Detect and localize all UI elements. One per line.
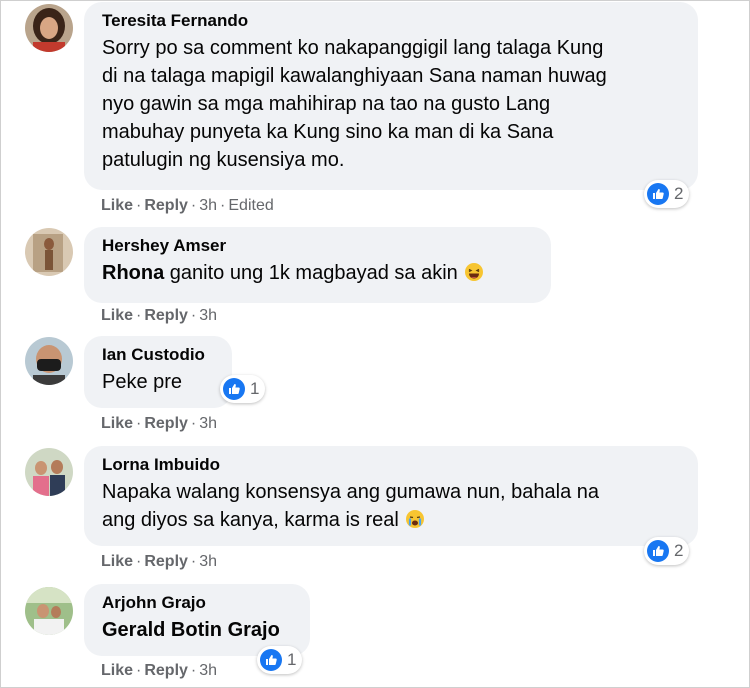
laughing-emoji: [464, 262, 484, 290]
comment-text: Peke pre: [102, 371, 183, 393]
comment-actions: Like · Reply · 3h: [101, 553, 218, 570]
reaction-number: 2: [674, 184, 684, 203]
crying-emoji: [405, 509, 425, 537]
reaction-number: 2: [674, 541, 684, 560]
avatar[interactable]: [25, 587, 73, 635]
like-icon: [223, 378, 245, 400]
mentioned-user[interactable]: Rhona: [102, 262, 164, 284]
like-button[interactable]: Like: [101, 197, 133, 214]
reply-button[interactable]: Reply: [144, 197, 188, 214]
like-button[interactable]: Like: [101, 415, 133, 432]
comment-author[interactable]: Arjohn Grajo: [102, 592, 292, 614]
comment-author[interactable]: Teresita Fernando: [102, 10, 680, 32]
like-icon: [260, 649, 282, 671]
comment-author[interactable]: Hershey Amser: [102, 235, 533, 257]
timestamp[interactable]: 3h: [199, 307, 217, 324]
comment-bubble: Lorna Imbuido Napaka walang konsensya an…: [84, 446, 698, 546]
comment-text: Gerald Botin Grajo: [102, 616, 292, 644]
avatar[interactable]: [25, 4, 73, 52]
comment-author[interactable]: Lorna Imbuido: [102, 454, 680, 476]
reply-button[interactable]: Reply: [144, 307, 188, 324]
comment-text: Sorry po sa comment ko nakapanggigil lan…: [102, 34, 680, 174]
comment-text: Napaka walang konsensya ang gumawa nun, …: [102, 478, 680, 537]
timestamp[interactable]: 3h: [199, 415, 217, 432]
edited-label: Edited: [228, 197, 274, 214]
comment-bubble: Hershey Amser Rhona ganito ung 1k magbay…: [84, 227, 551, 303]
comment-author[interactable]: Ian Custodio: [102, 344, 214, 366]
comment-actions: Like · Reply · 3h · Edited: [101, 197, 274, 214]
like-icon: [647, 183, 669, 205]
comment-line: ganito ung 1k magbayad sa akin: [169, 262, 458, 284]
reply-button[interactable]: Reply: [144, 662, 188, 679]
avatar[interactable]: [25, 228, 73, 276]
comment-actions: Like · Reply · 3h: [101, 307, 218, 324]
comment-actions: Like · Reply · 3h: [101, 662, 218, 679]
comment-line: patulugin ng kusensiya mo.: [102, 149, 345, 171]
reaction-count[interactable]: 1: [257, 646, 303, 674]
timestamp[interactable]: 3h: [199, 553, 217, 570]
reaction-count[interactable]: 2: [644, 180, 690, 208]
like-button[interactable]: Like: [101, 662, 133, 679]
timestamp[interactable]: 3h: [199, 662, 217, 679]
comment-line: Napaka walang konsensya ang gumawa nun, …: [102, 481, 600, 503]
comment-line: di na talaga mapigil kawalanghiyaan Sana…: [102, 65, 607, 87]
reply-button[interactable]: Reply: [144, 415, 188, 432]
comment-bubble: Teresita Fernando Sorry po sa comment ko…: [84, 2, 698, 190]
like-icon: [647, 540, 669, 562]
comment-line: Sorry po sa comment ko nakapanggigil lan…: [102, 37, 604, 59]
reaction-count[interactable]: 1: [220, 375, 266, 403]
reaction-count[interactable]: 2: [644, 537, 690, 565]
reply-button[interactable]: Reply: [144, 553, 188, 570]
timestamp[interactable]: 3h: [199, 197, 217, 214]
like-button[interactable]: Like: [101, 553, 133, 570]
reaction-number: 1: [287, 650, 297, 669]
comment-line: nyo gawin sa mga mahihirap na tao na gus…: [102, 93, 551, 115]
mentioned-user[interactable]: Gerald Botin Grajo: [102, 619, 280, 641]
comment-line: ang diyos sa kanya, karma is real: [102, 509, 399, 531]
avatar[interactable]: [25, 337, 73, 385]
comment-text: Rhona ganito ung 1k magbayad sa akin: [102, 259, 533, 290]
comment-bubble: Ian Custodio Peke pre: [84, 336, 232, 408]
comment-actions: Like · Reply · 3h: [101, 415, 218, 432]
avatar[interactable]: [25, 448, 73, 496]
like-button[interactable]: Like: [101, 307, 133, 324]
reaction-number: 1: [250, 379, 260, 398]
comment-line: mabuhay punyeta ka Kung sino ka man di k…: [102, 121, 554, 143]
